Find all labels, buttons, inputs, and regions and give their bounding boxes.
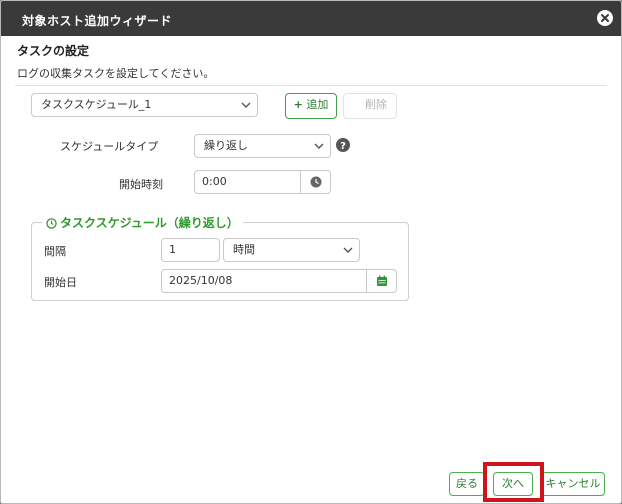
start-date-label: 開始日	[44, 276, 77, 289]
section-description: ログの収集タスクを設定してください。	[17, 67, 215, 80]
interval-label: 間隔	[44, 245, 66, 258]
start-date-calendar-button[interactable]	[366, 270, 396, 292]
next-button-highlight-box	[483, 462, 544, 502]
repeat-schedule-legend: タスクスケジュール（繰り返し）	[42, 214, 243, 231]
chevron-down-icon	[241, 102, 251, 108]
dialog-titlebar: 対象ホスト追加ウィザード	[1, 1, 621, 36]
section-divider	[15, 85, 607, 86]
start-time-label: 開始時刻	[119, 178, 163, 191]
task-select[interactable]: タスクスケジュール_1	[31, 93, 258, 117]
close-circle-icon	[601, 14, 609, 22]
delete-task-button[interactable]: 削除	[343, 93, 397, 119]
add-task-button[interactable]: + 追加	[285, 93, 337, 119]
start-date-value: 2025/10/08	[169, 274, 233, 287]
chevron-down-icon	[314, 143, 324, 149]
start-time-value: 0:00	[202, 175, 227, 188]
question-circle-icon[interactable]: ?	[336, 138, 350, 152]
schedule-type-label: スケジュールタイプ	[60, 140, 159, 153]
start-time-clock-button[interactable]	[300, 171, 330, 193]
close-button[interactable]	[597, 10, 613, 26]
schedule-type-value: 繰り返し	[204, 139, 248, 152]
wizard-dialog: 対象ホスト追加ウィザード タスクの設定 ログの収集タスクを設定してください。 タ…	[0, 0, 622, 504]
clock-icon	[46, 218, 57, 229]
dialog-title: 対象ホスト追加ウィザード	[22, 14, 173, 28]
calendar-icon	[377, 275, 387, 286]
interval-value: 1	[169, 243, 176, 256]
task-select-value: タスクスケジュール_1	[41, 98, 152, 111]
repeat-schedule-legend-text: タスクスケジュール（繰り返し）	[60, 216, 239, 230]
clock-icon	[310, 176, 322, 188]
interval-input[interactable]: 1	[161, 238, 220, 262]
add-task-label: 追加	[306, 98, 329, 111]
chevron-down-icon	[343, 247, 353, 253]
cancel-button[interactable]: キャンセル	[541, 472, 605, 496]
start-time-input[interactable]: 0:00	[194, 170, 331, 194]
interval-unit-value: 時間	[233, 243, 255, 256]
delete-task-label: 削除	[365, 98, 387, 111]
cancel-label: キャンセル	[545, 477, 601, 490]
schedule-type-select[interactable]: 繰り返し	[194, 134, 331, 158]
back-label: 戻る	[456, 477, 478, 490]
plus-icon: +	[293, 98, 303, 111]
start-date-input[interactable]: 2025/10/08	[161, 269, 397, 293]
interval-unit-select[interactable]: 時間	[223, 238, 360, 262]
section-title: タスクの設定	[17, 44, 90, 58]
back-button[interactable]: 戻る	[449, 472, 485, 496]
svg-text:?: ?	[340, 141, 346, 152]
